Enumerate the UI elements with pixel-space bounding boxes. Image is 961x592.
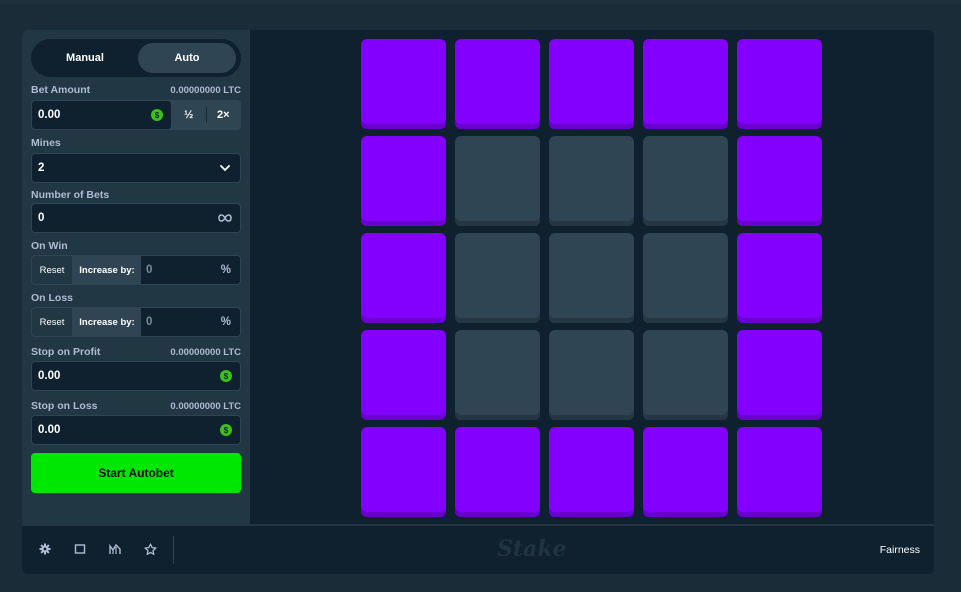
on-win-control: Reset Increase by: 0 % <box>31 255 241 285</box>
number-of-bets-label-row: Number of Bets <box>31 189 241 201</box>
mine-tile[interactable] <box>549 39 634 129</box>
bet-amount-label: Bet Amount <box>31 84 91 96</box>
mine-tile[interactable] <box>361 39 446 129</box>
mine-tile[interactable] <box>361 427 446 517</box>
mine-tile[interactable] <box>361 136 446 226</box>
mine-tile[interactable] <box>455 233 540 323</box>
mine-tile[interactable] <box>643 233 728 323</box>
mines-select[interactable]: 2 <box>31 153 241 183</box>
mine-tile[interactable] <box>737 136 822 226</box>
mine-tile[interactable] <box>455 427 540 517</box>
stop-on-profit-field: 0.00 $ <box>31 361 241 391</box>
gear-icon[interactable] <box>35 539 55 559</box>
stop-on-loss-balance: 0.00000000 LTC <box>170 400 241 412</box>
on-loss-label: On Loss <box>31 292 74 304</box>
on-win-increase-button[interactable]: Increase by: <box>74 256 140 284</box>
mine-tile[interactable] <box>549 136 634 226</box>
mine-tile[interactable] <box>361 233 446 323</box>
chevron-down-icon <box>220 165 230 172</box>
mode-tabs: Manual Auto <box>31 39 241 77</box>
on-loss-control: Reset Increase by: 0 % <box>31 307 241 337</box>
mine-tile[interactable] <box>737 330 822 420</box>
start-autobet-button[interactable]: Start Autobet <box>31 453 241 493</box>
divider <box>173 536 174 564</box>
on-win-input[interactable]: 0 % <box>141 256 240 284</box>
stop-on-profit-input[interactable]: 0.00 $ <box>32 362 240 390</box>
stop-on-profit-label-row: Stop on Profit 0.00000000 LTC <box>31 346 241 358</box>
mine-tile[interactable] <box>549 330 634 420</box>
on-loss-increase-button[interactable]: Increase by: <box>74 308 140 336</box>
stop-on-loss-label-row: Stop on Loss 0.00000000 LTC <box>31 400 241 412</box>
stop-on-profit-value: 0.00 <box>38 370 61 382</box>
mines-value: 2 <box>38 162 45 174</box>
percent-icon: % <box>220 264 231 276</box>
number-of-bets-field: 0 <box>31 203 241 233</box>
footer-bar: Stake Fairness <box>22 524 934 574</box>
stats-icon[interactable] <box>105 539 125 559</box>
stop-on-loss-label: Stop on Loss <box>31 400 98 412</box>
mine-tile[interactable] <box>643 427 728 517</box>
mines-select-inner: 2 <box>32 154 240 182</box>
mine-tile[interactable] <box>361 330 446 420</box>
bet-amount-value: 0.00 <box>38 109 61 121</box>
percent-icon: % <box>220 316 231 328</box>
stake-logo: Stake <box>497 536 567 562</box>
on-win-value: 0 <box>146 264 153 276</box>
half-bet-button[interactable]: ½ <box>172 101 206 129</box>
favorite-star-icon[interactable] <box>140 539 160 559</box>
mine-tile[interactable] <box>737 39 822 129</box>
mine-tile[interactable] <box>643 39 728 129</box>
bet-amount-field: 0.00 $ ½ 2× <box>31 100 241 130</box>
stop-on-profit-label: Stop on Profit <box>31 346 101 358</box>
mines-label: Mines <box>31 137 61 149</box>
number-of-bets-label: Number of Bets <box>31 189 110 201</box>
bet-sidebar: Manual Auto Bet Amount 0.00000000 LTC 0.… <box>22 30 250 524</box>
tab-auto[interactable]: Auto <box>138 43 236 73</box>
mine-tile[interactable] <box>643 136 728 226</box>
mine-tile[interactable] <box>455 136 540 226</box>
on-loss-input[interactable]: 0 % <box>141 308 240 336</box>
game-container: Manual Auto Bet Amount 0.00000000 LTC 0.… <box>22 30 934 574</box>
theatre-mode-icon[interactable] <box>70 539 90 559</box>
mine-tile[interactable] <box>455 330 540 420</box>
number-of-bets-value: 0 <box>38 212 45 224</box>
on-loss-value: 0 <box>146 316 153 328</box>
on-win-label: On Win <box>31 240 68 252</box>
dollar-coin-icon: $ <box>220 424 232 436</box>
on-win-reset-button[interactable]: Reset <box>32 256 72 284</box>
on-loss-label-row: On Loss <box>31 292 241 304</box>
mine-tile[interactable] <box>549 233 634 323</box>
mine-tile[interactable] <box>737 233 822 323</box>
mines-grid <box>361 39 824 520</box>
stop-on-loss-input[interactable]: 0.00 $ <box>32 416 240 444</box>
infinity-icon <box>218 214 232 222</box>
on-loss-reset-button[interactable]: Reset <box>32 308 72 336</box>
mine-tile[interactable] <box>549 427 634 517</box>
bet-multiplier-buttons: ½ 2× <box>172 101 240 129</box>
fairness-link[interactable]: Fairness <box>880 526 920 574</box>
tab-manual[interactable]: Manual <box>36 43 134 73</box>
bet-amount-balance: 0.00000000 LTC <box>170 84 241 96</box>
dollar-coin-icon: $ <box>220 370 232 382</box>
mine-tile[interactable] <box>643 330 728 420</box>
mine-tile[interactable] <box>455 39 540 129</box>
dollar-coin-icon: $ <box>151 109 163 121</box>
double-bet-button[interactable]: 2× <box>207 101 241 129</box>
number-of-bets-input[interactable]: 0 <box>32 204 240 232</box>
stop-on-profit-balance: 0.00000000 LTC <box>170 346 241 358</box>
top-band <box>0 0 961 4</box>
mine-tile[interactable] <box>737 427 822 517</box>
stop-on-loss-field: 0.00 $ <box>31 415 241 445</box>
mines-label-row: Mines <box>31 137 241 149</box>
on-win-label-row: On Win <box>31 240 241 252</box>
stop-on-loss-value: 0.00 <box>38 424 61 436</box>
bet-amount-label-row: Bet Amount 0.00000000 LTC <box>31 84 241 96</box>
bet-amount-input[interactable]: 0.00 $ <box>32 101 171 129</box>
